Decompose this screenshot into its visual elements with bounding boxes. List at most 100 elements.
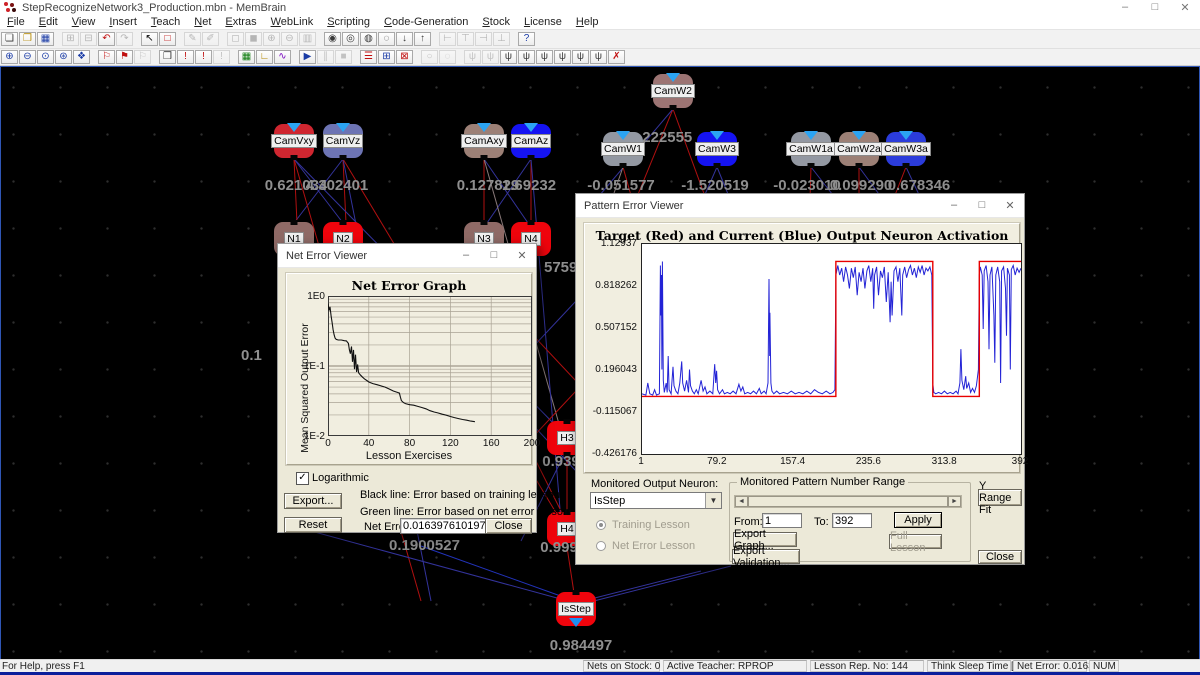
neuron-camaxy[interactable]: CamAxy	[461, 123, 507, 160]
pattern-error-viewer-titlebar[interactable]: Pattern Error Viewer – □ ✕	[576, 194, 1024, 218]
menu-weblink[interactable]: WebLink	[264, 16, 321, 28]
menu-insert[interactable]: Insert	[102, 16, 144, 28]
new-file-icon[interactable]: ❏	[1, 32, 18, 46]
menu-net[interactable]: Net	[187, 16, 218, 28]
neuron-camaz[interactable]: CamAz	[510, 123, 552, 160]
names-window-icon[interactable]: ❒	[159, 50, 176, 64]
maximize-button[interactable]: □	[1140, 1, 1170, 14]
net-tool-3-icon[interactable]: ψ	[500, 50, 517, 64]
menu-help[interactable]: Help	[569, 16, 606, 28]
menu-edit[interactable]: Edit	[32, 16, 65, 28]
scrollbar-thumb[interactable]	[748, 496, 948, 507]
neuron-camvxy[interactable]: CamVxy	[271, 123, 317, 160]
zoom-out-icon[interactable]: ⊖	[19, 50, 36, 64]
export-button[interactable]: Export...	[284, 493, 342, 509]
reset-button[interactable]: Reset	[284, 517, 342, 533]
undo-icon[interactable]: ↶	[98, 32, 115, 46]
link-port	[902, 163, 910, 168]
maximize-button[interactable]: □	[480, 249, 508, 262]
teacher-manager-icon[interactable]: ☰	[360, 50, 377, 64]
net-tool-6-icon[interactable]: ψ	[554, 50, 571, 64]
to-field[interactable]: 392	[832, 513, 872, 528]
app-icon	[3, 1, 17, 14]
context-help-icon[interactable]: ?	[518, 32, 535, 46]
neuron-label: CamW2	[651, 84, 695, 98]
y-range-fit-button[interactable]: Y Range Fit	[978, 480, 1022, 516]
full-lesson-button[interactable]: Full Lesson	[889, 530, 942, 554]
menu-teach[interactable]: Teach	[144, 16, 187, 28]
maximize-button[interactable]: □	[968, 199, 996, 212]
menu-file[interactable]: File	[0, 16, 32, 28]
comment-add-icon[interactable]: ⚐	[98, 50, 115, 64]
logarithmic-checkbox[interactable]: ✓	[296, 472, 309, 485]
neuron-camw2[interactable]: CamW2	[651, 73, 695, 110]
move-down-icon[interactable]: ↓	[396, 32, 413, 46]
minimize-button[interactable]: –	[940, 199, 968, 212]
neuron-camw2a[interactable]: CamW2a	[834, 131, 884, 168]
open-file-icon[interactable]: ❐	[19, 32, 36, 46]
export-validation-button[interactable]: Export Validation...	[732, 545, 800, 569]
zoom-selection-icon[interactable]: ⊙	[37, 50, 54, 64]
menu-view[interactable]: View	[65, 16, 103, 28]
net-tool-8-icon[interactable]: ψ	[590, 50, 607, 64]
randomize-net-icon[interactable]: ✗	[608, 50, 625, 64]
menu-scripting[interactable]: Scripting	[320, 16, 377, 28]
pattern-range-scrollbar[interactable]: ◄ ►	[734, 495, 962, 508]
close-icon[interactable]: ✕	[508, 249, 536, 262]
pointer-tool-icon[interactable]: ↖	[141, 32, 158, 46]
net-error-viewer-titlebar[interactable]: Net Error Viewer – □ ✕	[278, 244, 536, 268]
net-error-lesson-radio[interactable]	[596, 541, 606, 551]
pattern-error-viewer-icon-icon[interactable]: ∟	[256, 50, 273, 64]
select-extra-2-icon[interactable]: ◎	[342, 32, 359, 46]
close-button[interactable]: Close	[485, 518, 532, 534]
think-step-icon[interactable]: !	[177, 50, 194, 64]
from-field[interactable]: 1	[762, 513, 802, 528]
menu-code-generation[interactable]: Code-Generation	[377, 16, 475, 28]
net-tool-5-icon[interactable]: ψ	[536, 50, 553, 64]
chart-title: Target (Red) and Current (Blue) Output N…	[595, 228, 1009, 243]
lesson-editor-icon[interactable]: ⊞	[378, 50, 395, 64]
zoom-in-icon[interactable]: ⊕	[1, 50, 18, 64]
dialog-title: Pattern Error Viewer	[584, 199, 684, 212]
start-teacher-icon[interactable]: ▶	[299, 50, 316, 64]
neuron-label: CamVxy	[271, 134, 317, 148]
view-options-icon[interactable]: ❖	[73, 50, 90, 64]
monitored-neuron-combobox[interactable]: IsStep ▼	[590, 492, 722, 509]
neuron-camvz[interactable]: CamVz	[322, 123, 364, 160]
save-file-icon[interactable]: ▦	[37, 32, 54, 46]
minimize-button[interactable]: –	[452, 249, 480, 262]
net-tool-7-icon[interactable]: ψ	[572, 50, 589, 64]
neuron-isstep[interactable]: IsStep	[556, 590, 596, 627]
close-button[interactable]: ✕	[1170, 1, 1200, 14]
training-lesson-radio[interactable]	[596, 520, 606, 530]
net-error-plot	[328, 296, 532, 436]
neuron-camw1a[interactable]: CamW1a	[786, 131, 836, 168]
net-error-value-field[interactable]: 0.0163976101970013	[400, 518, 510, 534]
move-up-icon[interactable]: ↑	[414, 32, 431, 46]
analysis-chart-icon[interactable]: ∿	[274, 50, 291, 64]
scroll-left-icon[interactable]: ◄	[735, 496, 748, 507]
pattern-error-viewer-dialog: Pattern Error Viewer – □ ✕ Target (Red) …	[575, 193, 1028, 569]
zoom-all-icon[interactable]: ⊛	[55, 50, 72, 64]
chevron-down-icon[interactable]: ▼	[705, 493, 721, 508]
net-tool-4-icon[interactable]: ψ	[518, 50, 535, 64]
select-extra-3-icon[interactable]: ◍	[360, 32, 377, 46]
net-error-viewer-icon-icon[interactable]: ▦	[238, 50, 255, 64]
apply-button[interactable]: Apply	[894, 512, 942, 528]
close-button[interactable]: Close	[978, 550, 1022, 564]
minimize-button[interactable]: –	[1110, 1, 1140, 14]
comment-delete-icon[interactable]: ⚑	[116, 50, 133, 64]
menu-stock[interactable]: Stock	[475, 16, 517, 28]
neuron-camw1[interactable]: CamW1	[601, 131, 645, 168]
select-extra-1-icon[interactable]: ◉	[324, 32, 341, 46]
scroll-right-icon[interactable]: ►	[948, 496, 961, 507]
neuron-camw3a[interactable]: CamW3a	[881, 131, 931, 168]
think-auto-icon[interactable]: !	[195, 50, 212, 64]
menu-license[interactable]: License	[517, 16, 569, 28]
neuron-camw3[interactable]: CamW3	[695, 131, 739, 168]
close-icon[interactable]: ✕	[996, 199, 1024, 212]
insert-neuron-tool-icon[interactable]: □	[159, 32, 176, 46]
net-analysis-icon[interactable]: ⊠	[396, 50, 413, 64]
select-extra-4-icon[interactable]: ◌	[378, 32, 395, 46]
menu-extras[interactable]: Extras	[218, 16, 263, 28]
